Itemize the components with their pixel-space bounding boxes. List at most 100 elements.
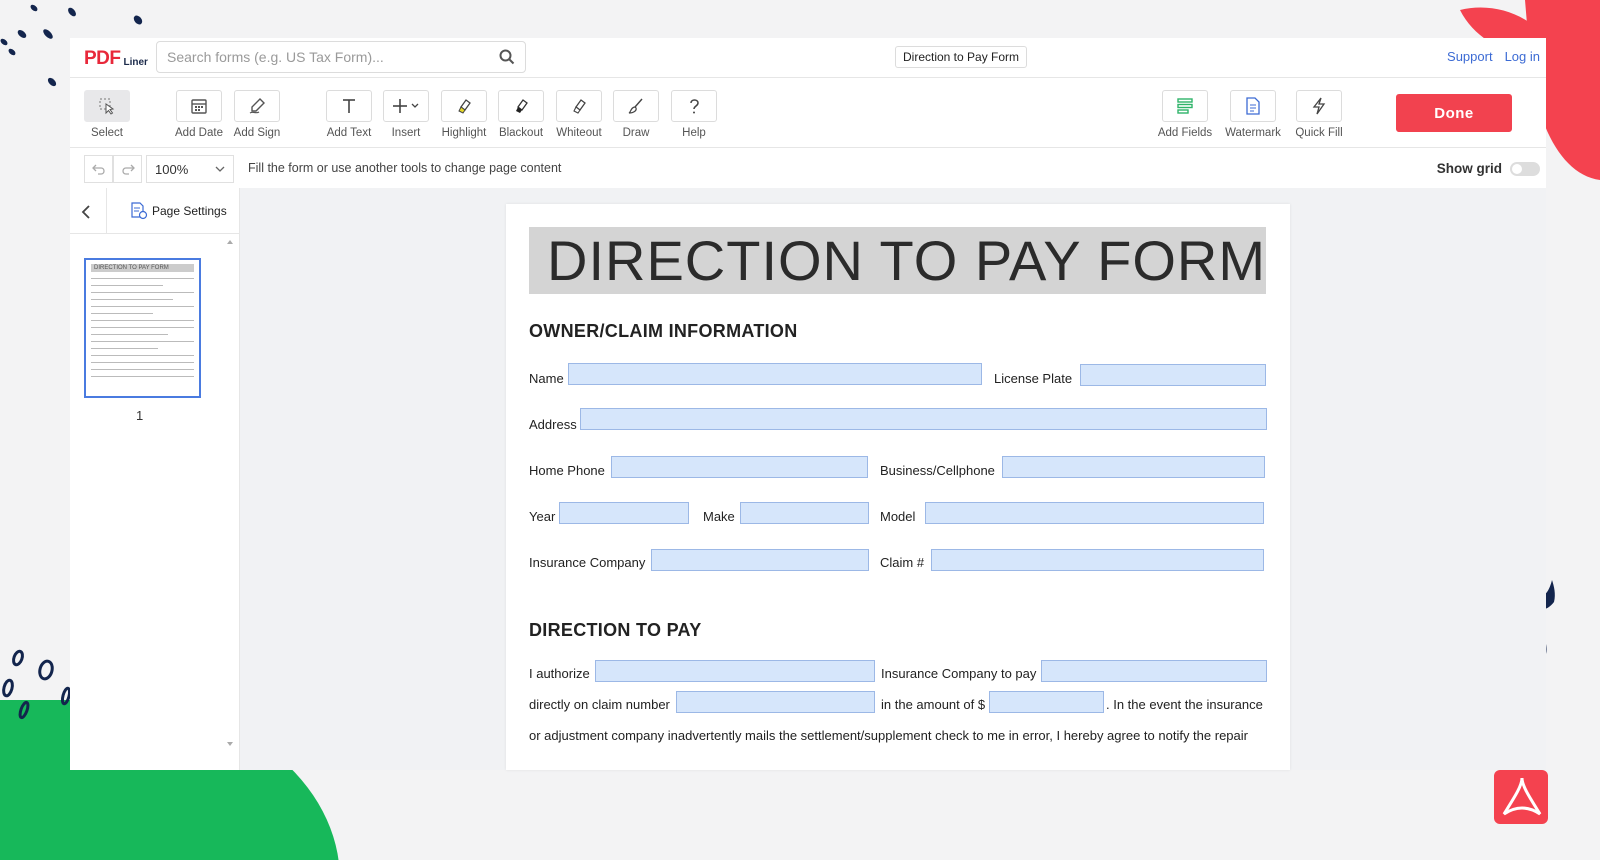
label-year: Year — [529, 509, 556, 524]
label-home-phone: Home Phone — [529, 463, 605, 478]
tool-label: Add Fields — [1157, 127, 1213, 139]
document-title: Direction to Pay Form — [895, 46, 1028, 68]
tool-whiteout[interactable]: Whiteout — [549, 90, 609, 139]
label-business-cellphone: Business/Cellphone — [880, 463, 995, 478]
pen-sign-icon — [234, 90, 280, 122]
amount-field[interactable] — [989, 691, 1104, 713]
cursor-select-icon — [84, 90, 130, 122]
payee-field[interactable] — [1041, 660, 1267, 682]
address-field[interactable] — [580, 408, 1267, 430]
page-settings-button[interactable]: Page Settings — [130, 202, 227, 220]
tool-add-date[interactable]: Add Date — [169, 90, 229, 139]
fields-icon — [1162, 90, 1208, 122]
tool-select[interactable]: Select — [77, 90, 137, 139]
undo-icon[interactable] — [84, 155, 113, 183]
label-address: Address — [529, 417, 577, 432]
tool-quick-fill[interactable]: Quick Fill — [1289, 90, 1349, 139]
label-insurance-company: Insurance Company — [529, 555, 646, 570]
show-grid-toggle[interactable] — [1510, 161, 1540, 176]
tool-insert[interactable]: Insert — [376, 90, 436, 139]
name-field[interactable] — [568, 363, 982, 385]
thumbnail-line — [91, 327, 194, 328]
tool-label: Draw — [622, 127, 650, 139]
tool-label: Add Sign — [233, 127, 281, 139]
page-settings-label: Page Settings — [152, 204, 227, 218]
support-link[interactable]: Support — [1447, 49, 1493, 64]
tool-add-fields[interactable]: Add Fields — [1155, 90, 1215, 139]
insurance-company-field[interactable] — [651, 549, 869, 571]
tool-draw[interactable]: Draw — [606, 90, 666, 139]
done-button[interactable]: Done — [1396, 94, 1512, 132]
editor-window: PDF Liner Direction to Pay Form Support … — [70, 38, 1546, 770]
chevron-left-icon[interactable] — [76, 202, 96, 222]
claim-number-field[interactable] — [931, 549, 1264, 571]
label-insurance-company-to-pay: Insurance Company to pay — [881, 666, 1037, 681]
form-heading: DIRECTION TO PAY FORM — [529, 227, 1266, 294]
authorizer-field[interactable] — [595, 660, 875, 682]
tool-label: Quick Fill — [1295, 127, 1343, 139]
redo-icon[interactable] — [113, 155, 142, 183]
pdfliner-logo[interactable]: PDF Liner — [84, 48, 148, 70]
eraser-icon — [556, 90, 602, 122]
sidebar-header: Page Settings — [70, 188, 239, 234]
page-number: 1 — [136, 408, 144, 423]
label-in-the-amount: in the amount of $ — [881, 697, 986, 712]
show-grid-label: Show grid — [1436, 161, 1502, 176]
thumbnail-line — [91, 362, 194, 363]
label-claim-number: Claim # — [880, 555, 925, 570]
plus-icon — [383, 90, 429, 122]
question-icon — [671, 90, 717, 122]
thumbnail-line — [91, 299, 174, 300]
marker-icon — [498, 90, 544, 122]
thumbnail-line — [91, 334, 169, 335]
license-plate-field[interactable] — [1080, 364, 1266, 386]
label-make: Make — [703, 509, 735, 524]
tool-label: Insert — [391, 127, 421, 139]
options-bar: 100% Fill the form or use another tools … — [70, 148, 1546, 190]
highlighter-icon — [441, 90, 487, 122]
workspace: Page Settings DIRECTION TO PAY FORM 1 DI… — [70, 188, 1546, 770]
tool-label: Add Text — [326, 127, 372, 139]
pdfliner-badge-icon — [1494, 770, 1548, 824]
tool-label: Watermark — [1225, 127, 1281, 139]
page-thumbnail[interactable]: DIRECTION TO PAY FORM — [84, 258, 201, 398]
year-field[interactable] — [559, 502, 689, 524]
thumbnail-line — [91, 320, 194, 321]
tool-blackout[interactable]: Blackout — [491, 90, 551, 139]
tool-help[interactable]: Help — [664, 90, 724, 139]
tool-watermark[interactable]: Watermark — [1223, 90, 1283, 139]
thumbnail-line — [91, 306, 194, 307]
text-t-icon — [326, 90, 372, 122]
make-field[interactable] — [740, 502, 869, 524]
thumbnail-line — [91, 341, 194, 342]
top-bar: PDF Liner Direction to Pay Form Support … — [70, 38, 1546, 78]
tool-label: Help — [682, 127, 706, 139]
watermark-icon — [1230, 90, 1276, 122]
label-license-plate: License Plate — [994, 371, 1073, 386]
search-icon[interactable] — [489, 42, 525, 72]
tool-highlight[interactable]: Highlight — [434, 90, 494, 139]
login-link[interactable]: Log in — [1505, 49, 1540, 64]
search-input[interactable] — [157, 49, 489, 65]
label-name: Name — [529, 371, 564, 386]
home-phone-field[interactable] — [611, 456, 868, 478]
page-settings-icon — [131, 202, 148, 220]
sidebar-scrollbar[interactable] — [226, 238, 234, 748]
thumbnail-line — [91, 313, 153, 314]
business-cellphone-field[interactable] — [1002, 456, 1265, 478]
tool-label: Select — [91, 127, 123, 139]
thumbnail-line — [91, 285, 164, 286]
tool-add-sign[interactable]: Add Sign — [227, 90, 287, 139]
top-links: Support Log in — [1447, 49, 1540, 64]
thumbnail-line — [91, 292, 194, 293]
paragraph-line: or adjustment company inadvertently mail… — [529, 728, 1248, 743]
claim-number-pay-field[interactable] — [676, 691, 875, 713]
tool-add-text[interactable]: Add Text — [319, 90, 379, 139]
show-grid-control[interactable]: Show grid — [1437, 161, 1540, 176]
thumbnail-line — [91, 348, 158, 349]
label-i-authorize: I authorize — [529, 666, 590, 681]
thumbnail-line — [91, 355, 194, 356]
hint-text: Fill the form or use another tools to ch… — [248, 161, 562, 175]
model-field[interactable] — [925, 502, 1264, 524]
zoom-select[interactable]: 100% — [146, 155, 234, 183]
